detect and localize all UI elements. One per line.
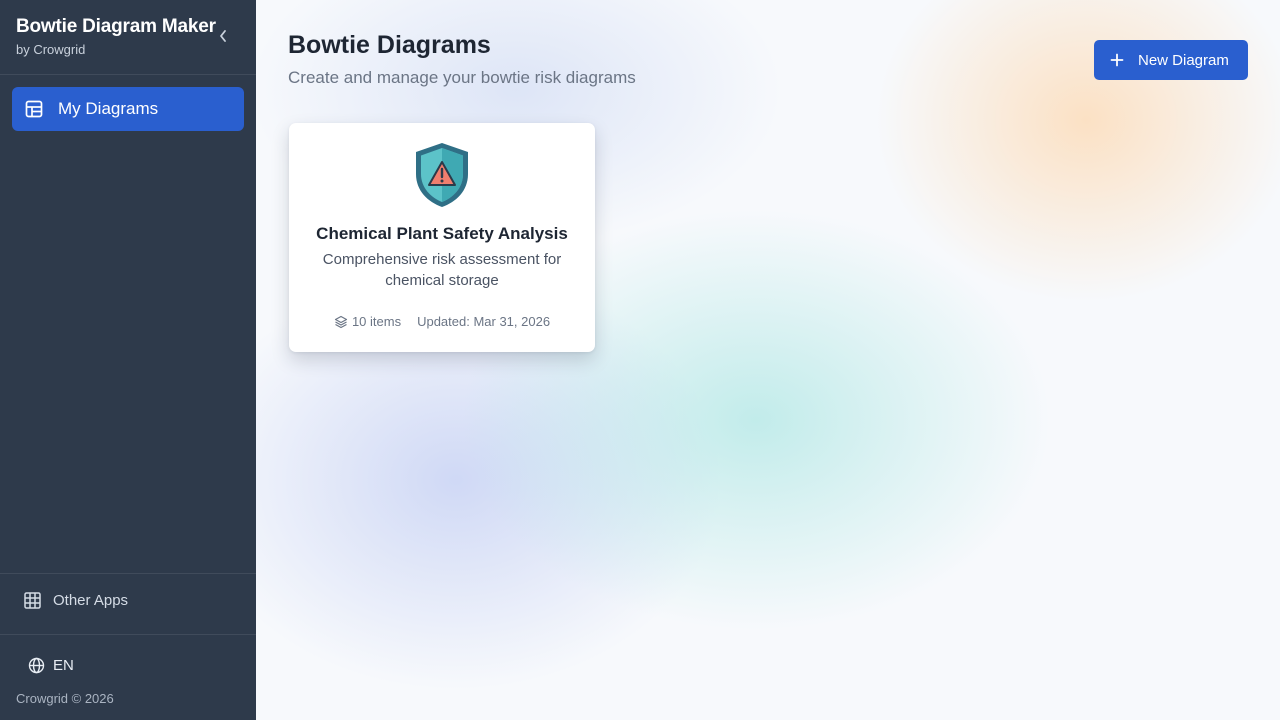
diagram-title: Chemical Plant Safety Analysis (316, 224, 568, 243)
diagram-card[interactable]: Chemical Plant Safety Analysis Comprehen… (289, 123, 595, 352)
page-title: Bowtie Diagrams (288, 31, 491, 59)
page-subtitle: Create and manage your bowtie risk diagr… (288, 68, 636, 87)
sidebar-divider (0, 74, 256, 75)
new-diagram-label: New Diagram (1138, 51, 1229, 69)
shield-warning-icon (416, 143, 468, 207)
brand: Bowtie Diagram Maker by Crowgrid (16, 16, 216, 57)
sidebar-item-my-diagrams[interactable]: My Diagrams (12, 87, 244, 131)
item-count-label: 10 items (351, 314, 402, 329)
main-content: Bowtie Diagrams Create and manage your b… (256, 0, 1280, 720)
app-title: Bowtie Diagram Maker (16, 16, 216, 37)
chevron-left-icon (220, 30, 226, 42)
copyright: Crowgrid © 2026 (16, 691, 114, 706)
diagram-description: Comprehensive risk assessment for chemic… (322, 251, 562, 289)
other-apps-label: Other Apps (53, 592, 129, 609)
layers-icon (334, 315, 348, 328)
new-diagram-button[interactable]: New Diagram (1094, 40, 1248, 80)
diagram-updated: Updated: Mar 31, 2026 (417, 314, 551, 329)
app-subtitle: by Crowgrid (16, 42, 86, 57)
layout-icon (25, 100, 43, 118)
sidebar-divider (0, 634, 256, 635)
sidebar: Bowtie Diagram Maker by Crowgrid My Diag… (0, 0, 256, 720)
language-label: EN (53, 657, 74, 674)
globe-icon (28, 657, 45, 674)
diagram-item-count: 10 items (334, 314, 401, 329)
sidebar-divider (0, 573, 256, 574)
plus-icon (1110, 53, 1124, 67)
language-selector[interactable]: EN (28, 657, 74, 674)
other-apps-link[interactable]: Other Apps (24, 592, 128, 609)
collapse-sidebar-button[interactable] (212, 26, 234, 46)
diagram-meta: 10 items Updated: Mar 31, 2026 (289, 314, 595, 329)
sidebar-item-label: My Diagrams (58, 99, 159, 118)
grid-icon (24, 592, 41, 609)
